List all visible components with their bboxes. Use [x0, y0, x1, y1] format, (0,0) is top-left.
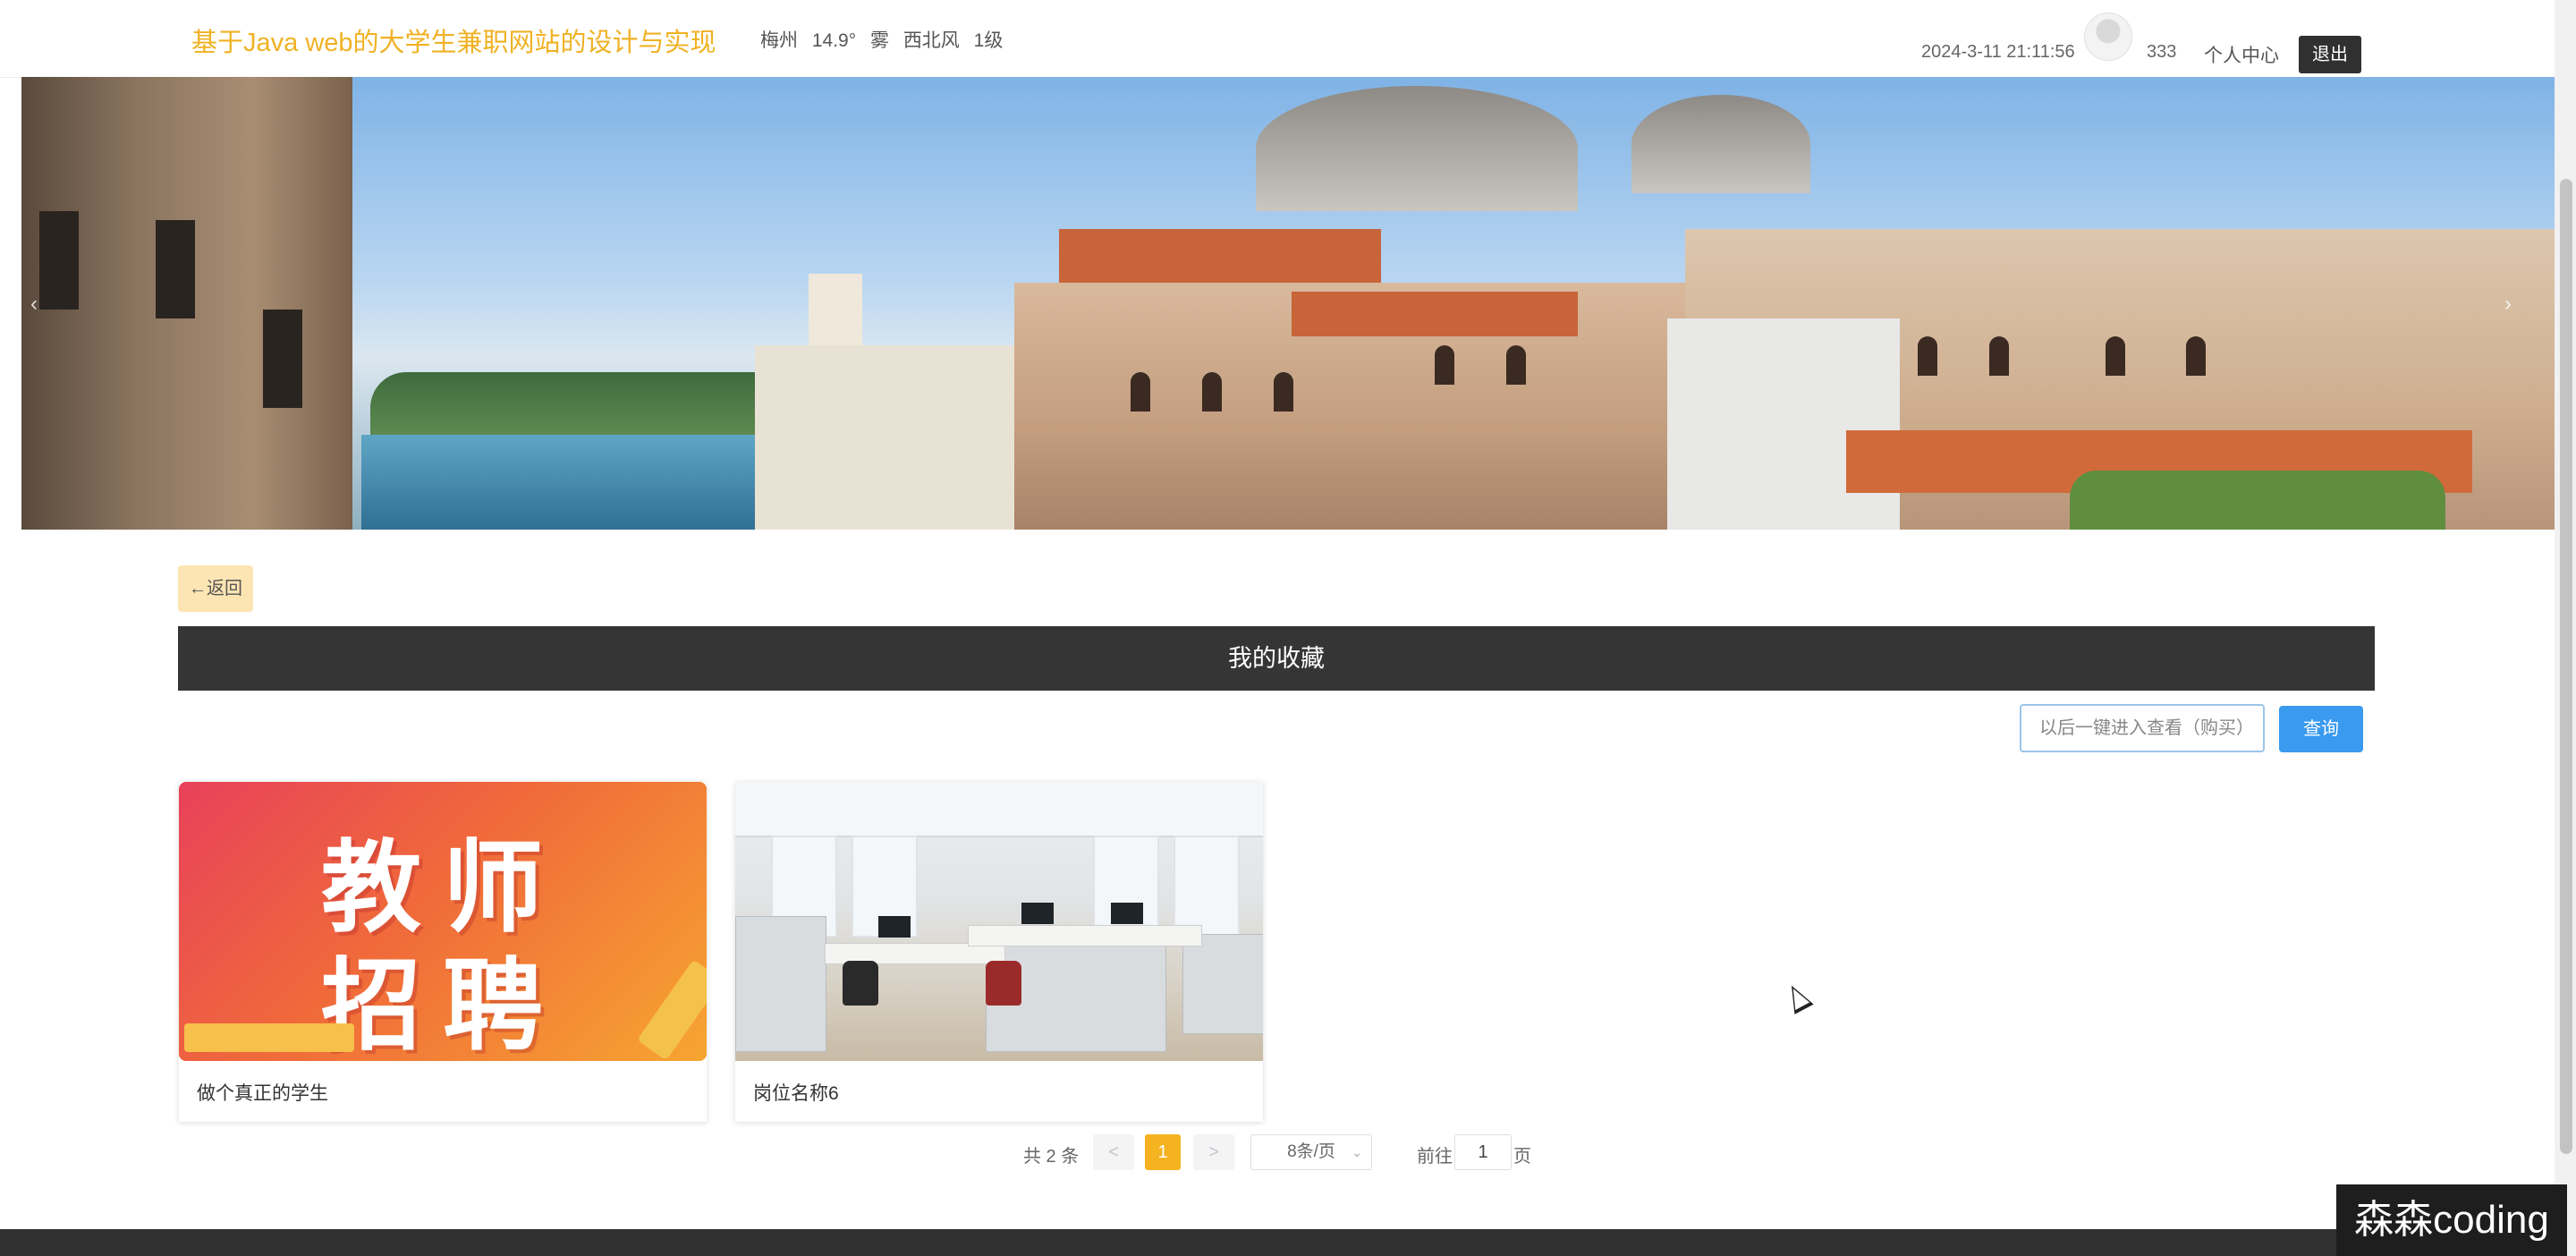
mouse-cursor-icon [1782, 980, 1814, 1014]
page-size-value: 8条/页 [1287, 1142, 1335, 1161]
banner-window [1274, 372, 1293, 412]
weather-condition: 雾 [869, 30, 889, 51]
teacher-recruitment-image: 教师 招聘 [179, 782, 707, 1061]
banner-customs-house [755, 345, 1014, 530]
banner-dome-large [1256, 86, 1578, 211]
banner-roof [1059, 229, 1381, 283]
username: 333 [2147, 42, 2177, 62]
video-watermark: 森森coding [2336, 1184, 2567, 1256]
banner-prev-arrow[interactable]: ‹ [30, 292, 38, 317]
pagination-next-button[interactable]: > [1193, 1134, 1234, 1170]
book-graphic [184, 1023, 354, 1052]
banner-window [2106, 336, 2125, 376]
favorite-card[interactable]: 教师 招聘 做个真正的学生 [179, 782, 707, 1122]
banner-greenery [2070, 471, 2445, 530]
card-title[interactable]: 岗位名称6 [753, 1079, 839, 1106]
goto-label: 前往 [1417, 1147, 1453, 1167]
banner-next-arrow[interactable]: › [2504, 292, 2512, 317]
weather-level: 1级 [973, 30, 1004, 51]
personal-center-link[interactable]: 个人中心 [2204, 41, 2279, 68]
search-button[interactable]: 查询 [2279, 706, 2363, 752]
office-desk [968, 925, 1202, 946]
section-title: 我的收藏 [1228, 645, 1325, 672]
goto-page-input[interactable]: 1 [1454, 1134, 1512, 1170]
avatar[interactable] [2084, 13, 2132, 61]
weather-temperature: 14.9° [811, 30, 857, 51]
page-size-select[interactable]: 8条/页 ⌄ [1250, 1134, 1372, 1170]
banner-white-wall [1667, 318, 1900, 530]
favorite-card[interactable]: 岗位名称6 [735, 782, 1263, 1122]
search-input[interactable] [2020, 704, 2265, 752]
current-datetime: 2024-3-11 21:11:56 [1921, 42, 2075, 62]
banner-window [1918, 336, 1937, 376]
pagination-total: 共 2 条 [1023, 1147, 1080, 1167]
scrollbar-thumb[interactable] [2560, 179, 2572, 1154]
banner-left-building [21, 77, 352, 530]
pagination-prev-button[interactable]: < [1093, 1134, 1134, 1170]
page-suffix-label: 页 [1513, 1147, 1531, 1167]
banner-dome-small [1631, 95, 1810, 193]
site-title[interactable]: 基于Java web的大学生兼职网站的设计与实现 [191, 21, 716, 59]
office-window [1174, 836, 1240, 938]
logout-button[interactable]: 退出 [2299, 36, 2361, 73]
weather-wind: 西北风 [902, 30, 960, 51]
banner-roof-2 [1292, 292, 1578, 336]
office-monitor [878, 916, 911, 938]
office-partition [735, 916, 826, 1052]
office-monitor [1021, 903, 1054, 924]
office-partition [1182, 934, 1263, 1034]
office-ceiling [735, 782, 1263, 837]
weather-city: 梅州 [760, 30, 798, 51]
chevron-down-icon: ⌄ [1352, 1145, 1362, 1159]
banner-window [1506, 345, 1526, 385]
banner-trees [370, 372, 818, 435]
weather-info: 梅州 14.9° 雾 西北风 1级 [760, 26, 1012, 53]
office-image [735, 782, 1263, 1061]
banner-window [1435, 345, 1454, 385]
card-title[interactable]: 做个真正的学生 [197, 1079, 328, 1106]
section-title-bar: 我的收藏 [178, 626, 2375, 691]
office-chair [986, 961, 1021, 1006]
banner-carousel[interactable]: ‹ › [21, 77, 2555, 530]
banner-window [1989, 336, 2009, 376]
office-chair [843, 961, 878, 1006]
page-footer [0, 1229, 2555, 1256]
banner-window [2186, 336, 2206, 376]
back-button[interactable]: ←返回 [178, 565, 253, 612]
pagination-page-1[interactable]: 1 [1145, 1134, 1181, 1170]
top-header: 基于Java web的大学生兼职网站的设计与实现 梅州 14.9° 雾 西北风 … [0, 0, 2555, 78]
banner-window [1131, 372, 1150, 412]
office-monitor [1111, 903, 1143, 924]
banner-window [1202, 372, 1222, 412]
